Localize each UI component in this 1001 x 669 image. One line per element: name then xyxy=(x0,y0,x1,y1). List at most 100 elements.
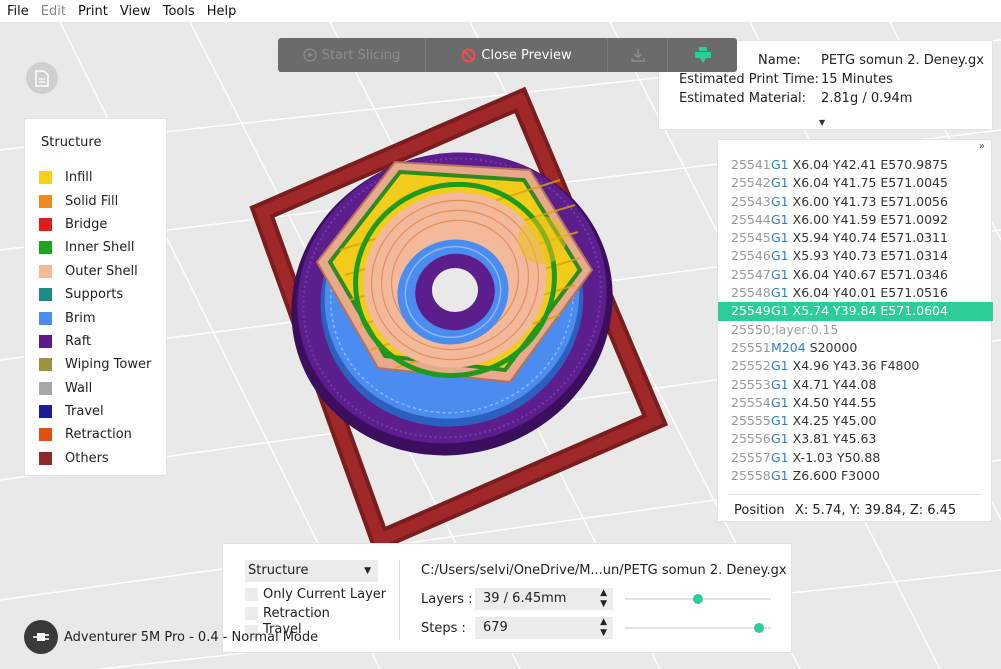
gcode-args: X5.94 Y40.74 E571.0311 xyxy=(792,230,948,246)
gcode-line[interactable]: 25546G1 X5.93 Y40.73 E571.0314 xyxy=(718,247,993,265)
spin-arrows-icon[interactable]: ▲ ▼ xyxy=(600,588,607,610)
gcode-args: X6.00 Y41.73 E571.0056 xyxy=(792,193,948,209)
menu-edit[interactable]: Edit xyxy=(36,4,73,19)
legend-item: Supports xyxy=(39,283,151,306)
gcode-line[interactable]: 25543G1 X6.00 Y41.73 E571.0056 xyxy=(718,193,993,211)
steps-value: 679 xyxy=(483,620,508,635)
download-button[interactable] xyxy=(608,38,668,72)
menu-help[interactable]: Help xyxy=(202,4,244,19)
retraction-checkbox[interactable]: Retraction xyxy=(245,606,330,621)
printer-status-text: Adventurer 5M Pro - 0.4 - Normal Mode xyxy=(64,629,319,645)
gcode-line[interactable]: 25549G1 X5.74 Y39.84 E571.0604 xyxy=(718,302,993,321)
expand-panel-icon[interactable]: » xyxy=(979,141,985,152)
layers-spinbox[interactable]: 39 / 6.45mm ▲ ▼ xyxy=(475,588,613,610)
document-button[interactable] xyxy=(26,62,58,94)
gcode-line-list[interactable]: 25541G1 X6.04 Y42.41 E570.9875 25542G1 X6… xyxy=(718,156,993,485)
layers-slider[interactable] xyxy=(625,594,771,604)
gcode-line[interactable]: 25542G1 X6.04 Y41.75 E571.0045 xyxy=(718,174,993,192)
layers-slider-handle[interactable] xyxy=(693,594,703,604)
gcode-args: X6.04 Y41.75 E571.0045 xyxy=(792,175,948,191)
spin-arrows-icon[interactable]: ▲ ▼ xyxy=(600,617,607,639)
gcode-command: G1 xyxy=(771,394,789,410)
gcode-line[interactable]: 25545G1 X5.94 Y40.74 E571.0311 xyxy=(718,229,993,247)
gcode-line-number: 25549 xyxy=(731,303,771,319)
gcode-command: G1 xyxy=(771,248,789,264)
start-slicing-label: Start Slicing xyxy=(321,47,401,63)
start-slicing-button[interactable]: Start Slicing xyxy=(278,38,426,72)
file-path: C:/Users/selvi/OneDrive/M...un/PETG somu… xyxy=(421,563,787,578)
legend-item: Retraction xyxy=(39,423,151,446)
printer-status[interactable]: Adventurer 5M Pro - 0.4 - Normal Mode xyxy=(24,620,318,654)
structure-legend: Structure Infill Solid Fill Bridge Inner… xyxy=(24,118,167,476)
gcode-command: G1 xyxy=(771,285,789,301)
preview-toolbar: Start Slicing Close Preview xyxy=(278,38,737,72)
legend-label: Outer Shell xyxy=(65,263,138,279)
view-mode-value: Structure xyxy=(248,563,309,578)
only-current-layer-checkbox[interactable]: Only Current Layer xyxy=(245,587,386,602)
gcode-args: X6.04 Y40.67 E571.0346 xyxy=(792,266,948,282)
retraction-label: Retraction xyxy=(263,606,330,621)
menu-tools[interactable]: Tools xyxy=(158,4,202,19)
layers-label: Layers : xyxy=(421,592,473,607)
gcode-line[interactable]: 25556G1 X3.81 Y45.63 xyxy=(718,430,993,448)
printer-logo-icon[interactable] xyxy=(24,620,58,654)
gcode-line[interactable]: 25553G1 X4.71 Y44.08 xyxy=(718,376,993,394)
legend-swatch xyxy=(39,451,52,465)
legend-swatch xyxy=(39,311,52,325)
gcode-line[interactable]: 25557G1 X-1.03 Y50.88 xyxy=(718,449,993,467)
gcode-line[interactable]: 25544G1 X6.00 Y41.59 E571.0092 xyxy=(718,211,993,229)
gcode-line[interactable]: 25554G1 X4.50 Y44.55 xyxy=(718,394,993,412)
divider xyxy=(399,560,400,640)
menu-view[interactable]: View xyxy=(115,4,158,19)
legend-item: Solid Fill xyxy=(39,189,151,212)
legend-swatch xyxy=(39,264,52,278)
gcode-line-number: 25550 xyxy=(731,321,771,337)
close-preview-button[interactable]: Close Preview xyxy=(426,38,608,72)
gcode-line[interactable]: 25541G1 X6.04 Y42.41 E570.9875 xyxy=(718,156,993,174)
gcode-line-number: 25541 xyxy=(731,157,771,172)
legend-swatch xyxy=(39,217,52,231)
send-to-printer-button[interactable] xyxy=(668,38,737,72)
steps-slider-handle[interactable] xyxy=(754,623,765,633)
gcode-args: X4.25 Y45.00 xyxy=(792,413,877,429)
gcode-line[interactable]: 25552G1 X4.96 Y43.36 F4800 xyxy=(718,357,993,375)
gcode-args: X6.04 Y42.41 E570.9875 xyxy=(792,157,948,172)
gcode-line-number: 25555 xyxy=(731,413,771,429)
checkbox-box[interactable] xyxy=(245,607,258,620)
position-readout: Position X: 5.74, Y: 39.84, Z: 6.45 xyxy=(728,494,981,518)
gcode-args: ;layer:0.15 xyxy=(771,321,839,337)
gcode-panel: » 25541G1 X6.04 Y42.41 E570.9875 25542G1 … xyxy=(717,139,993,522)
legend-label: Wiping Tower xyxy=(65,357,152,373)
legend-swatch xyxy=(39,358,52,372)
view-mode-select[interactable]: Structure ▼ xyxy=(245,560,378,582)
gcode-line[interactable]: 25551M204 S20000 xyxy=(718,339,993,357)
legend-swatch xyxy=(39,288,52,302)
menu-file[interactable]: File xyxy=(2,4,36,19)
gcode-line[interactable]: 25547G1 X6.04 Y40.67 E571.0346 xyxy=(718,266,993,284)
gcode-line[interactable]: 25550;layer:0.15 xyxy=(718,321,993,339)
legend-label: Others xyxy=(65,450,109,466)
legend-label: Wall xyxy=(65,380,93,396)
gcode-args: X4.71 Y44.08 xyxy=(792,376,877,392)
gcode-line[interactable]: 25555G1 X4.25 Y45.00 xyxy=(718,412,993,430)
legend-label: Raft xyxy=(65,333,92,349)
legend-label: Inner Shell xyxy=(65,240,135,256)
gcode-line[interactable]: 25558G1 Z6.600 F3000 xyxy=(718,467,993,485)
legend-label: Supports xyxy=(65,287,124,303)
gcode-command: G1 xyxy=(771,413,789,429)
checkbox-box[interactable] xyxy=(245,588,258,601)
legend-title: Structure xyxy=(41,135,102,150)
collapse-caret-icon[interactable]: ▼ xyxy=(819,118,825,127)
steps-spinbox[interactable]: 679 ▲ ▼ xyxy=(475,617,613,639)
gcode-command: G1 xyxy=(771,376,789,392)
menu-print[interactable]: Print xyxy=(73,4,115,19)
legend-swatch xyxy=(39,334,52,348)
close-preview-label: Close Preview xyxy=(481,47,572,63)
gcode-args: X6.04 Y40.01 E571.0516 xyxy=(792,285,948,301)
material-label: Estimated Material: xyxy=(679,91,806,106)
steps-slider[interactable] xyxy=(625,623,771,633)
gcode-command: G1 xyxy=(771,468,789,484)
only-current-layer-label: Only Current Layer xyxy=(263,587,387,602)
gcode-line[interactable]: 25548G1 X6.04 Y40.01 E571.0516 xyxy=(718,284,993,302)
gcode-command: M204 xyxy=(771,339,806,355)
